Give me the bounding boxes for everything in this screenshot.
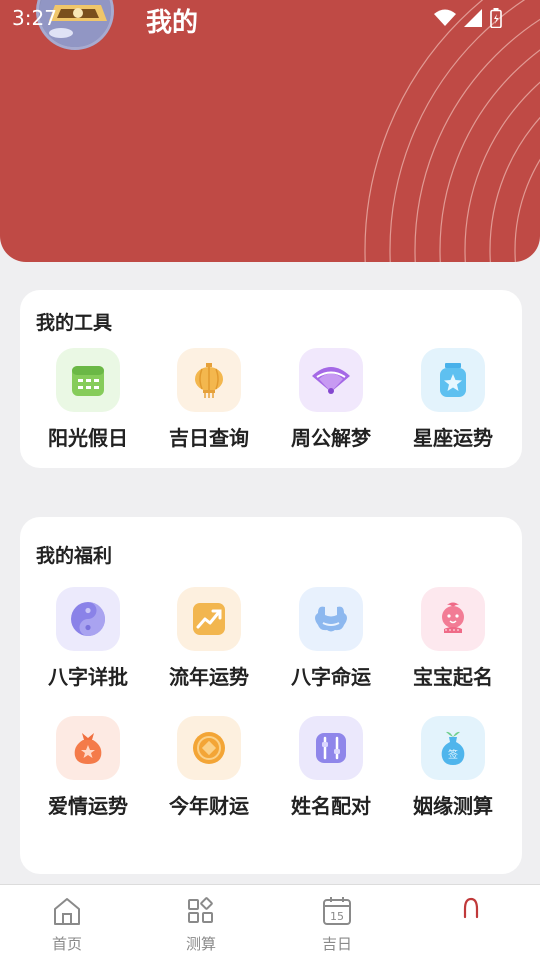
tab-home[interactable]: 首页 — [22, 895, 112, 954]
welfare-title: 我的福利 — [36, 545, 113, 567]
star-jar-icon — [421, 348, 485, 412]
welfare-item-label: 流年运势 — [169, 665, 249, 689]
welfare-item-label: 八字详批 — [48, 665, 128, 689]
tool-item-holiday[interactable]: 阳光假日 — [28, 348, 148, 451]
welfare-item-label: 八字命运 — [291, 665, 371, 689]
grid-icon — [188, 897, 213, 923]
welfare-item-bazi-destiny[interactable]: 八字命运 — [271, 587, 391, 690]
baby-icon — [421, 587, 485, 651]
yin-yang-icon — [56, 587, 120, 651]
welfare-item-wealth[interactable]: 今年财运 — [149, 716, 269, 819]
tool-item-label: 阳光假日 — [48, 426, 128, 450]
tab-profile[interactable] — [426, 895, 516, 933]
coin-icon — [177, 716, 241, 780]
cloud-icon — [299, 587, 363, 651]
welfare-item-bazi-detail[interactable]: 八字详批 — [28, 587, 148, 690]
tools-title: 我的工具 — [36, 312, 113, 334]
signal-icon — [464, 9, 482, 27]
tool-item-label: 周公解梦 — [291, 426, 371, 450]
svg-text:15: 15 — [330, 910, 344, 923]
wifi-icon — [434, 9, 456, 26]
home-icon — [54, 898, 80, 925]
trend-chart-icon — [177, 587, 241, 651]
calendar-15-icon: 15 — [323, 897, 351, 925]
fan-icon — [299, 348, 363, 412]
welfare-item-name-match[interactable]: 姓名配对 — [271, 716, 391, 819]
sliders-icon — [299, 716, 363, 780]
welfare-card: 我的福利 八字详批 流年运势 八字命运 宝宝起名 爱情运势 今年财运 姓名配对 … — [20, 517, 522, 874]
tool-item-label: 吉日查询 — [169, 426, 249, 450]
status-time: 3:27 — [12, 6, 57, 30]
welfare-item-baby-naming[interactable]: 宝宝起名 — [393, 587, 513, 690]
status-icons — [434, 8, 502, 28]
welfare-item-label: 宝宝起名 — [413, 665, 493, 689]
vase-icon: 签 — [421, 716, 485, 780]
profile-header: 3:27 我的 — [0, 0, 540, 262]
welfare-item-annual-fortune[interactable]: 流年运势 — [149, 587, 269, 690]
tool-item-horoscope[interactable]: 星座运势 — [393, 348, 513, 451]
welfare-item-label: 姻缘测算 — [413, 794, 493, 818]
welfare-item-label: 爱情运势 — [48, 794, 128, 818]
welfare-item-label: 今年财运 — [169, 794, 249, 818]
tool-item-label: 星座运势 — [413, 426, 493, 450]
tool-item-dream[interactable]: 周公解梦 — [271, 348, 391, 451]
page-title: 我的 — [146, 8, 199, 38]
tab-label: 首页 — [51, 935, 82, 953]
tab-label: 吉日 — [321, 935, 352, 953]
calendar-icon — [56, 348, 120, 412]
tab-lucky-day[interactable]: 15 吉日 — [292, 895, 382, 954]
tab-fortune[interactable]: 测算 — [156, 895, 246, 954]
welfare-item-label: 姓名配对 — [291, 794, 371, 818]
lantern-icon — [177, 348, 241, 412]
welfare-item-love-fortune[interactable]: 爱情运势 — [28, 716, 148, 819]
tool-item-lucky-day[interactable]: 吉日查询 — [149, 348, 269, 451]
welfare-item-marriage[interactable]: 签 姻缘测算 — [393, 716, 513, 819]
profile-icon — [463, 897, 479, 919]
svg-text:签: 签 — [448, 748, 458, 761]
lucky-bag-icon — [56, 716, 120, 780]
battery-icon — [490, 8, 502, 28]
bottom-tab-bar: 首页 测算 15 吉日 — [0, 884, 540, 960]
tab-label: 测算 — [185, 935, 216, 953]
tools-card: 我的工具 阳光假日 吉日查询 周公解梦 星座运势 — [20, 290, 522, 468]
